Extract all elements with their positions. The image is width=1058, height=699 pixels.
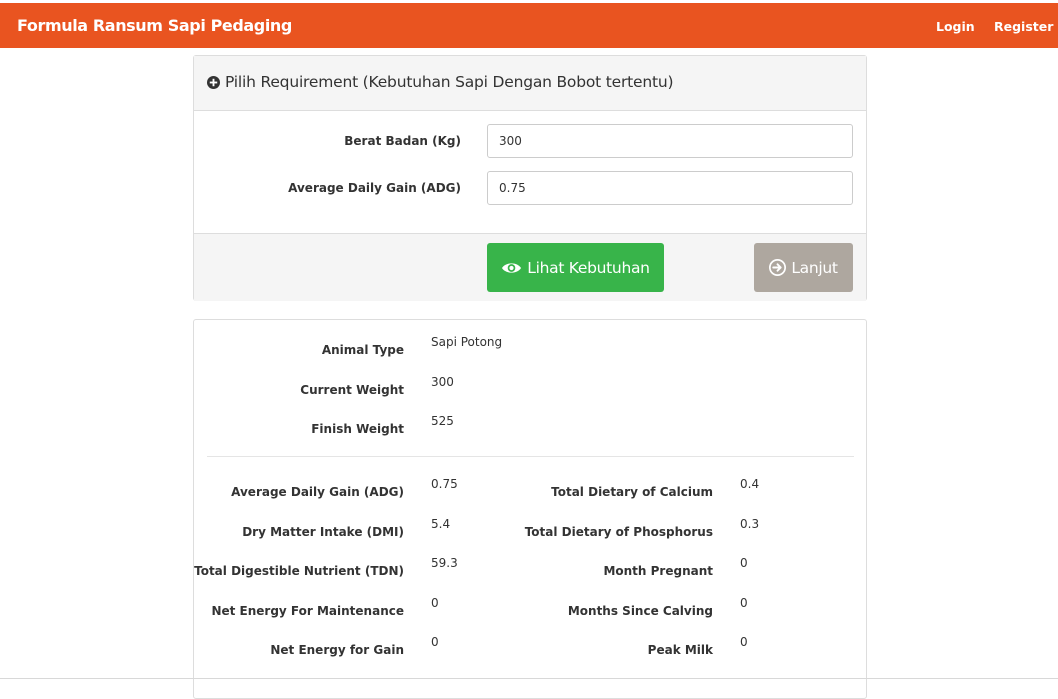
dmi-label: Dry Matter Intake (DMI) [242, 525, 404, 539]
divider [207, 456, 854, 457]
adg-result-label: Average Daily Gain (ADG) [231, 485, 404, 499]
panel-title: Pilih Requirement (Kebutuhan Sapi Dengan… [225, 73, 674, 91]
calcium-label: Total Dietary of Calcium [551, 485, 713, 499]
finish-weight-label: Finish Weight [311, 422, 404, 436]
animal-type-label: Animal Type [321, 343, 404, 357]
current-weight-label: Current Weight [300, 383, 404, 397]
viewport-bottom-edge [0, 678, 1058, 679]
next-button[interactable]: Lanjut [754, 243, 853, 292]
ne-maintenance-value: 0 [431, 596, 439, 610]
animal-type-value: Sapi Potong [431, 335, 503, 349]
peak-milk-value: 0 [740, 635, 748, 649]
finish-weight-value: 525 [431, 414, 454, 428]
phosphorus-value: 0.3 [740, 517, 760, 531]
login-link[interactable]: Login [936, 19, 975, 34]
month-pregnant-value: 0 [740, 556, 748, 570]
adg-input[interactable] [487, 171, 853, 205]
adg-result-value: 0.75 [431, 477, 458, 491]
requirement-panel-heading: Pilih Requirement (Kebutuhan Sapi Dengan… [194, 56, 866, 111]
month-pregnant-label: Month Pregnant [603, 564, 713, 578]
navbar: Formula Ransum Sapi Pedaging Login Regis… [0, 3, 1058, 48]
view-requirement-button[interactable]: Lihat Kebutuhan [487, 243, 664, 292]
body-weight-label: Berat Badan (Kg) [344, 134, 461, 148]
ne-gain-value: 0 [431, 635, 439, 649]
dmi-value: 5.4 [431, 517, 451, 531]
peak-milk-label: Peak Milk [647, 643, 713, 657]
tdn-label: Total Digestible Nutrient (TDN) [194, 564, 404, 578]
register-link[interactable]: Register [994, 19, 1053, 34]
requirement-panel-footer: Lihat Kebutuhan Lanjut [194, 233, 866, 301]
current-weight-value: 300 [431, 375, 454, 389]
calcium-value: 0.4 [740, 477, 760, 491]
arrow-circle-right-icon [769, 259, 787, 276]
result-panel: Animal Type Sapi Potong Current Weight 3… [193, 319, 867, 699]
plus-circle-icon [207, 76, 220, 89]
view-requirement-label: Lihat Kebutuhan [527, 258, 650, 277]
tdn-value: 59.3 [431, 556, 458, 570]
requirement-panel: Pilih Requirement (Kebutuhan Sapi Dengan… [193, 55, 867, 301]
body-weight-input[interactable] [487, 124, 853, 158]
ne-gain-label: Net Energy for Gain [270, 643, 404, 657]
phosphorus-label: Total Dietary of Phosphorus [524, 525, 713, 539]
navbar-brand[interactable]: Formula Ransum Sapi Pedaging [17, 16, 292, 35]
ne-maintenance-label: Net Energy For Maintenance [211, 604, 404, 618]
months-since-calving-label: Months Since Calving [567, 604, 713, 618]
eye-icon [502, 262, 522, 273]
adg-label: Average Daily Gain (ADG) [288, 181, 461, 195]
months-since-calving-value: 0 [740, 596, 748, 610]
next-label: Lanjut [791, 258, 838, 277]
